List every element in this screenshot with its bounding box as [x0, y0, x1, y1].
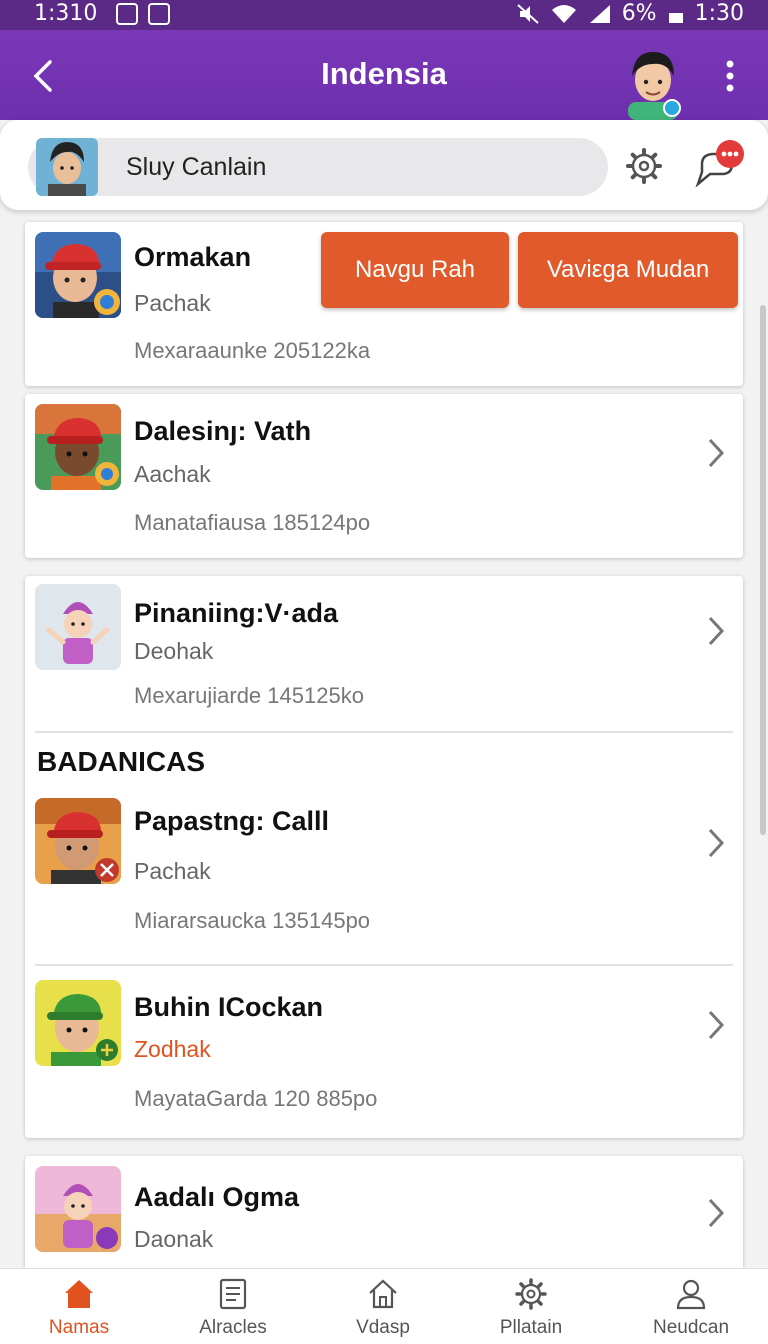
list-item[interactable]: Papastng: Calll Pachak Miararsaucka 1351… — [25, 786, 743, 964]
user-avatar — [36, 138, 98, 196]
item-subtitle: Pachak — [134, 290, 211, 316]
item-subtitle: Pachak — [134, 858, 211, 884]
more-vertical-icon[interactable] — [718, 56, 742, 96]
item-meta: Manatafiausa 185124po — [134, 510, 371, 535]
nav-label: Pllatain — [499, 1317, 563, 1338]
list-card: Aadalı Ogma Daonak — [25, 1156, 743, 1286]
item-thumbnail — [35, 404, 121, 490]
battery-icon — [668, 12, 683, 23]
item-meta: Miararsaucka 135145po — [134, 908, 371, 933]
item-thumbnail — [35, 1166, 121, 1252]
signal-icon — [589, 4, 610, 23]
nav-item-vdasp[interactable]: Vdasp — [308, 1269, 458, 1344]
mute-icon — [517, 3, 539, 24]
chevron-right-icon[interactable] — [705, 436, 727, 470]
item-subtitle: Aachak — [134, 461, 211, 487]
search-card: Sluy Canlain — [0, 120, 768, 210]
vaviega-mudan-button[interactable]: Vaviεga Mudan — [518, 232, 738, 308]
list-item[interactable]: Pinaniing:V·ada Deohak Mexarujiarde 1451… — [25, 576, 743, 732]
item-thumbnail — [35, 798, 121, 884]
chevron-right-icon[interactable] — [705, 826, 727, 860]
scrollbar[interactable] — [760, 305, 766, 835]
list-item[interactable]: Aadalı Ogma Daonak — [25, 1156, 743, 1266]
home-icon — [65, 1280, 93, 1308]
item-thumbnail — [35, 584, 121, 670]
chevron-right-icon[interactable] — [705, 614, 727, 648]
nav-label: Vdasp — [356, 1317, 410, 1338]
status-bar: 1:310 6% 1:30 — [0, 0, 768, 30]
wifi-icon — [551, 4, 576, 23]
chat-notification-icon[interactable] — [690, 138, 748, 194]
item-name: Aadalı Ogma — [134, 1182, 300, 1212]
status-time-right: 1:30 — [694, 1, 744, 26]
chevron-right-icon[interactable] — [705, 1008, 727, 1042]
battery-percent: 6% — [621, 1, 657, 26]
nav-item-alracles[interactable]: Alracles — [158, 1269, 308, 1344]
nav-label: Alracles — [199, 1317, 267, 1338]
nav-item-pllatain[interactable]: Pllatain — [456, 1269, 606, 1344]
bottom-navigation: Namas Alracles Vdasp Pllatain Neudcan — [0, 1268, 768, 1344]
list-item[interactable]: Ormakan Pachak Mexaraaunke 205122ka Navg… — [25, 222, 743, 386]
app-bar: Indensia — [0, 30, 768, 120]
item-name: Buhin ICockan — [134, 992, 324, 1022]
search-field[interactable]: Sluy Canlain — [28, 138, 608, 196]
nav-item-namas[interactable]: Namas — [4, 1269, 154, 1344]
item-name: Ormakan — [134, 242, 252, 272]
gallery-icon — [148, 3, 170, 25]
item-thumbnail — [35, 980, 121, 1066]
item-name: Papastng: Calll — [134, 806, 330, 836]
item-meta: Mexaraaunke 205122ka — [134, 338, 371, 363]
list-card: Dalesinȷ: Vath Aachak Manatafiausa 18512… — [25, 394, 743, 558]
status-time-left: 1:310 — [34, 1, 98, 26]
list-card: Pinaniing:V·ada Deohak Mexarujiarde 1451… — [25, 576, 743, 1138]
chevron-right-icon[interactable] — [705, 1196, 727, 1230]
item-meta: Mexarujiarde 145125ko — [134, 683, 364, 708]
item-name: Dalesinȷ: Vath — [134, 416, 312, 446]
item-subtitle: Zodhak — [134, 1036, 211, 1062]
profile-avatar[interactable] — [622, 46, 684, 120]
list-item[interactable]: Dalesinȷ: Vath Aachak Manatafiausa 18512… — [25, 394, 743, 558]
nav-label: Neudcan — [652, 1317, 730, 1338]
navgu-rah-button[interactable]: Navgu Rah — [321, 232, 509, 308]
item-subtitle: Deohak — [134, 638, 214, 664]
house-outline-icon — [369, 1279, 397, 1309]
person-icon — [676, 1279, 706, 1310]
settings-gear-icon[interactable] — [624, 146, 664, 186]
nav-label: Namas — [48, 1317, 110, 1338]
articles-icon — [219, 1278, 247, 1310]
section-title: BADANICAS — [37, 746, 205, 777]
gear-icon — [515, 1278, 547, 1310]
item-meta: MayataGarda 120 885po — [134, 1086, 378, 1111]
list-item[interactable]: Buhin ICockan Zodhak MayataGarda 120 885… — [25, 968, 743, 1138]
item-thumbnail — [35, 232, 121, 318]
search-value: Sluy Canlain — [126, 153, 267, 181]
item-subtitle: Daonak — [134, 1226, 214, 1252]
photo-icon — [116, 3, 138, 25]
divider — [35, 964, 733, 966]
list-card: Ormakan Pachak Mexaraaunke 205122ka Navg… — [25, 222, 743, 386]
item-name: Pinaniing:V·ada — [134, 598, 339, 628]
divider — [35, 731, 733, 733]
nav-item-neudcan[interactable]: Neudcan — [616, 1269, 766, 1344]
